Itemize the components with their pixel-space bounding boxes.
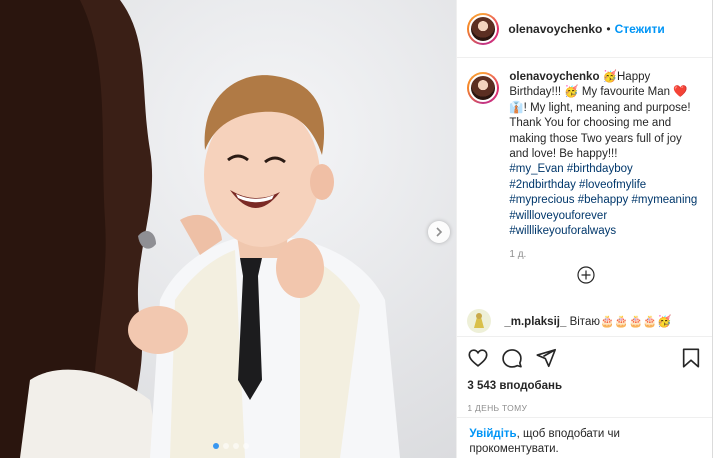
caption-avatar[interactable] bbox=[467, 72, 500, 104]
carousel-dot-3 bbox=[233, 443, 239, 449]
carousel-dot-4 bbox=[243, 443, 249, 449]
plus-circle-icon[interactable] bbox=[577, 266, 595, 284]
carousel-dots bbox=[213, 443, 249, 449]
login-link[interactable]: Увійдіть bbox=[469, 428, 516, 440]
share-icon[interactable] bbox=[535, 347, 557, 369]
heart-icon[interactable] bbox=[467, 347, 489, 369]
likes-count[interactable]: 3 543 вподобань bbox=[467, 380, 702, 392]
post-date: 1 ДЕНЬ ТОМУ bbox=[467, 403, 528, 413]
caption-text: 🥳Happy Birthday!!! 🥳 My favourite Man ❤️… bbox=[509, 71, 691, 161]
caption-time: 1 д. bbox=[509, 249, 527, 261]
instagram-post: olenavoychenko • Стежити olenavoychenko … bbox=[0, 0, 713, 458]
carousel-dot-2 bbox=[223, 443, 229, 449]
action-icons bbox=[467, 337, 702, 379]
post-side-panel: olenavoychenko • Стежити olenavoychenko … bbox=[456, 0, 713, 458]
carousel-dot-1 bbox=[213, 443, 219, 449]
carousel-next-button[interactable] bbox=[428, 221, 450, 243]
follow-button[interactable]: Стежити bbox=[615, 22, 665, 36]
bookmark-icon[interactable] bbox=[680, 347, 702, 369]
comment-icon[interactable] bbox=[501, 347, 523, 369]
comment-username[interactable]: _m.plaksij_ bbox=[504, 316, 566, 328]
comment-item: _m.plaksij_ Вітаю🎂🎂🎂🎂🥳 bbox=[467, 309, 672, 333]
comments-section: olenavoychenko 🥳Happy Birthday!!! 🥳 My f… bbox=[457, 58, 712, 336]
photo-image bbox=[0, 0, 457, 458]
comment-text: Вітаю🎂🎂🎂🎂🥳 bbox=[569, 316, 672, 328]
comment-avatar[interactable] bbox=[467, 309, 492, 333]
comment-text-wrap: _m.plaksij_ Вітаю🎂🎂🎂🎂🥳 bbox=[504, 314, 671, 328]
caption-body: olenavoychenko 🥳Happy Birthday!!! 🥳 My f… bbox=[509, 70, 699, 263]
caption-username[interactable]: olenavoychenko bbox=[509, 71, 599, 83]
caption-hashtags[interactable]: #my_Evan #birthdayboy #2ndbirthday #love… bbox=[509, 162, 699, 239]
header-username[interactable]: olenavoychenko bbox=[508, 22, 602, 36]
header-separator: • bbox=[606, 21, 611, 36]
login-prompt: Увійдіть, щоб вподобати чи прокоментуват… bbox=[457, 417, 713, 458]
avatar-image bbox=[469, 311, 490, 331]
caption: olenavoychenko 🥳Happy Birthday!!! 🥳 My f… bbox=[457, 58, 712, 263]
post-header: olenavoychenko • Стежити bbox=[457, 0, 712, 58]
actions-section: 3 543 вподобань 1 ДЕНЬ ТОМУ bbox=[457, 336, 713, 413]
avatar[interactable] bbox=[467, 12, 500, 45]
chevron-right-icon bbox=[436, 227, 443, 237]
post-photo[interactable] bbox=[0, 0, 457, 458]
